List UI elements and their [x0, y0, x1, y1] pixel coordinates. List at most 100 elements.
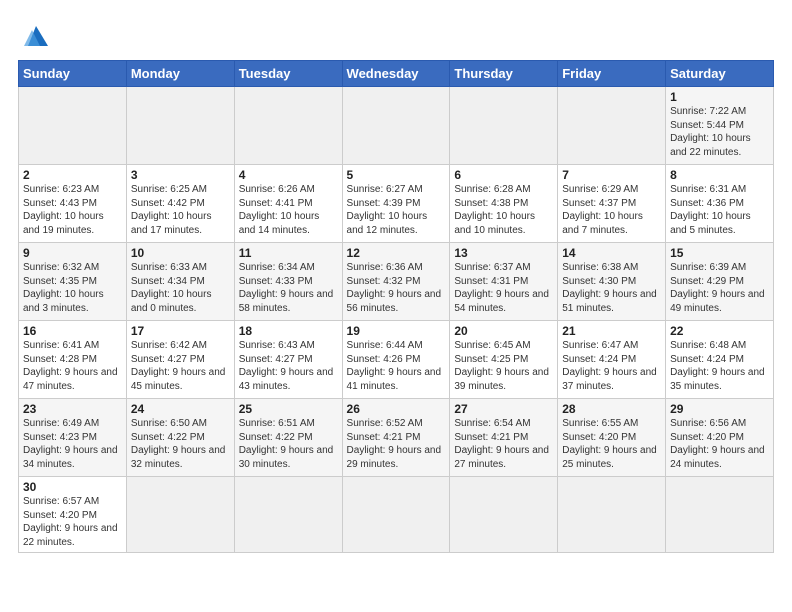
calendar-cell-r5-c0: 30Sunrise: 6:57 AM Sunset: 4:20 PM Dayli… [19, 477, 127, 553]
day-info: Sunrise: 6:28 AM Sunset: 4:38 PM Dayligh… [454, 183, 553, 237]
day-info: Sunrise: 7:22 AM Sunset: 5:44 PM Dayligh… [670, 105, 769, 159]
calendar-cell-r3-c3: 19Sunrise: 6:44 AM Sunset: 4:26 PM Dayli… [342, 321, 450, 399]
calendar-cell-r0-c1 [126, 87, 234, 165]
calendar-cell-r3-c0: 16Sunrise: 6:41 AM Sunset: 4:28 PM Dayli… [19, 321, 127, 399]
calendar-row-1: 2Sunrise: 6:23 AM Sunset: 4:43 PM Daylig… [19, 165, 774, 243]
calendar-cell-r5-c6 [666, 477, 774, 553]
day-info: Sunrise: 6:47 AM Sunset: 4:24 PM Dayligh… [562, 339, 661, 393]
day-info: Sunrise: 6:33 AM Sunset: 4:34 PM Dayligh… [131, 261, 230, 315]
day-info: Sunrise: 6:41 AM Sunset: 4:28 PM Dayligh… [23, 339, 122, 393]
weekday-header-thursday: Thursday [450, 61, 558, 87]
weekday-header-friday: Friday [558, 61, 666, 87]
day-number: 21 [562, 324, 661, 338]
day-info: Sunrise: 6:44 AM Sunset: 4:26 PM Dayligh… [347, 339, 446, 393]
day-info: Sunrise: 6:23 AM Sunset: 4:43 PM Dayligh… [23, 183, 122, 237]
calendar-cell-r0-c6: 1Sunrise: 7:22 AM Sunset: 5:44 PM Daylig… [666, 87, 774, 165]
day-number: 28 [562, 402, 661, 416]
calendar-row-0: 1Sunrise: 7:22 AM Sunset: 5:44 PM Daylig… [19, 87, 774, 165]
calendar-cell-r4-c4: 27Sunrise: 6:54 AM Sunset: 4:21 PM Dayli… [450, 399, 558, 477]
calendar-cell-r2-c2: 11Sunrise: 6:34 AM Sunset: 4:33 PM Dayli… [234, 243, 342, 321]
page: SundayMondayTuesdayWednesdayThursdayFrid… [0, 0, 792, 612]
calendar-cell-r4-c0: 23Sunrise: 6:49 AM Sunset: 4:23 PM Dayli… [19, 399, 127, 477]
day-info: Sunrise: 6:42 AM Sunset: 4:27 PM Dayligh… [131, 339, 230, 393]
day-number: 7 [562, 168, 661, 182]
calendar-cell-r2-c1: 10Sunrise: 6:33 AM Sunset: 4:34 PM Dayli… [126, 243, 234, 321]
calendar-cell-r1-c6: 8Sunrise: 6:31 AM Sunset: 4:36 PM Daylig… [666, 165, 774, 243]
day-number: 8 [670, 168, 769, 182]
day-info: Sunrise: 6:55 AM Sunset: 4:20 PM Dayligh… [562, 417, 661, 471]
day-info: Sunrise: 6:48 AM Sunset: 4:24 PM Dayligh… [670, 339, 769, 393]
weekday-header-saturday: Saturday [666, 61, 774, 87]
calendar-cell-r0-c3 [342, 87, 450, 165]
calendar-cell-r0-c5 [558, 87, 666, 165]
day-number: 13 [454, 246, 553, 260]
day-number: 2 [23, 168, 122, 182]
calendar-cell-r1-c1: 3Sunrise: 6:25 AM Sunset: 4:42 PM Daylig… [126, 165, 234, 243]
day-info: Sunrise: 6:27 AM Sunset: 4:39 PM Dayligh… [347, 183, 446, 237]
day-info: Sunrise: 6:38 AM Sunset: 4:30 PM Dayligh… [562, 261, 661, 315]
day-number: 4 [239, 168, 338, 182]
day-number: 30 [23, 480, 122, 494]
logo-icon [20, 18, 52, 50]
day-info: Sunrise: 6:31 AM Sunset: 4:36 PM Dayligh… [670, 183, 769, 237]
day-number: 16 [23, 324, 122, 338]
day-info: Sunrise: 6:57 AM Sunset: 4:20 PM Dayligh… [23, 495, 122, 549]
calendar-row-5: 30Sunrise: 6:57 AM Sunset: 4:20 PM Dayli… [19, 477, 774, 553]
day-info: Sunrise: 6:32 AM Sunset: 4:35 PM Dayligh… [23, 261, 122, 315]
day-info: Sunrise: 6:39 AM Sunset: 4:29 PM Dayligh… [670, 261, 769, 315]
weekday-header-sunday: Sunday [19, 61, 127, 87]
day-number: 11 [239, 246, 338, 260]
weekday-header-monday: Monday [126, 61, 234, 87]
calendar-cell-r4-c6: 29Sunrise: 6:56 AM Sunset: 4:20 PM Dayli… [666, 399, 774, 477]
day-info: Sunrise: 6:51 AM Sunset: 4:22 PM Dayligh… [239, 417, 338, 471]
day-info: Sunrise: 6:34 AM Sunset: 4:33 PM Dayligh… [239, 261, 338, 315]
calendar-table: SundayMondayTuesdayWednesdayThursdayFrid… [18, 60, 774, 553]
calendar-cell-r3-c2: 18Sunrise: 6:43 AM Sunset: 4:27 PM Dayli… [234, 321, 342, 399]
day-number: 10 [131, 246, 230, 260]
day-number: 27 [454, 402, 553, 416]
calendar-cell-r3-c6: 22Sunrise: 6:48 AM Sunset: 4:24 PM Dayli… [666, 321, 774, 399]
day-number: 1 [670, 90, 769, 104]
calendar-cell-r4-c5: 28Sunrise: 6:55 AM Sunset: 4:20 PM Dayli… [558, 399, 666, 477]
day-number: 23 [23, 402, 122, 416]
calendar-cell-r5-c1 [126, 477, 234, 553]
day-number: 14 [562, 246, 661, 260]
day-number: 15 [670, 246, 769, 260]
day-info: Sunrise: 6:36 AM Sunset: 4:32 PM Dayligh… [347, 261, 446, 315]
calendar-cell-r0-c4 [450, 87, 558, 165]
calendar-cell-r2-c4: 13Sunrise: 6:37 AM Sunset: 4:31 PM Dayli… [450, 243, 558, 321]
calendar-cell-r1-c0: 2Sunrise: 6:23 AM Sunset: 4:43 PM Daylig… [19, 165, 127, 243]
day-info: Sunrise: 6:37 AM Sunset: 4:31 PM Dayligh… [454, 261, 553, 315]
day-info: Sunrise: 6:29 AM Sunset: 4:37 PM Dayligh… [562, 183, 661, 237]
header [18, 18, 774, 50]
day-info: Sunrise: 6:49 AM Sunset: 4:23 PM Dayligh… [23, 417, 122, 471]
day-number: 3 [131, 168, 230, 182]
calendar-cell-r2-c6: 15Sunrise: 6:39 AM Sunset: 4:29 PM Dayli… [666, 243, 774, 321]
day-info: Sunrise: 6:45 AM Sunset: 4:25 PM Dayligh… [454, 339, 553, 393]
day-info: Sunrise: 6:50 AM Sunset: 4:22 PM Dayligh… [131, 417, 230, 471]
calendar-cell-r5-c5 [558, 477, 666, 553]
weekday-header-row: SundayMondayTuesdayWednesdayThursdayFrid… [19, 61, 774, 87]
logo [18, 18, 52, 50]
calendar-cell-r2-c5: 14Sunrise: 6:38 AM Sunset: 4:30 PM Dayli… [558, 243, 666, 321]
day-number: 18 [239, 324, 338, 338]
calendar-cell-r2-c0: 9Sunrise: 6:32 AM Sunset: 4:35 PM Daylig… [19, 243, 127, 321]
weekday-header-wednesday: Wednesday [342, 61, 450, 87]
calendar-cell-r0-c2 [234, 87, 342, 165]
day-number: 29 [670, 402, 769, 416]
calendar-cell-r1-c3: 5Sunrise: 6:27 AM Sunset: 4:39 PM Daylig… [342, 165, 450, 243]
day-info: Sunrise: 6:25 AM Sunset: 4:42 PM Dayligh… [131, 183, 230, 237]
weekday-header-tuesday: Tuesday [234, 61, 342, 87]
day-info: Sunrise: 6:52 AM Sunset: 4:21 PM Dayligh… [347, 417, 446, 471]
calendar-cell-r2-c3: 12Sunrise: 6:36 AM Sunset: 4:32 PM Dayli… [342, 243, 450, 321]
calendar-cell-r1-c5: 7Sunrise: 6:29 AM Sunset: 4:37 PM Daylig… [558, 165, 666, 243]
calendar-cell-r5-c2 [234, 477, 342, 553]
calendar-cell-r1-c4: 6Sunrise: 6:28 AM Sunset: 4:38 PM Daylig… [450, 165, 558, 243]
day-info: Sunrise: 6:54 AM Sunset: 4:21 PM Dayligh… [454, 417, 553, 471]
day-number: 5 [347, 168, 446, 182]
day-number: 9 [23, 246, 122, 260]
day-number: 12 [347, 246, 446, 260]
day-number: 26 [347, 402, 446, 416]
day-number: 20 [454, 324, 553, 338]
day-info: Sunrise: 6:43 AM Sunset: 4:27 PM Dayligh… [239, 339, 338, 393]
